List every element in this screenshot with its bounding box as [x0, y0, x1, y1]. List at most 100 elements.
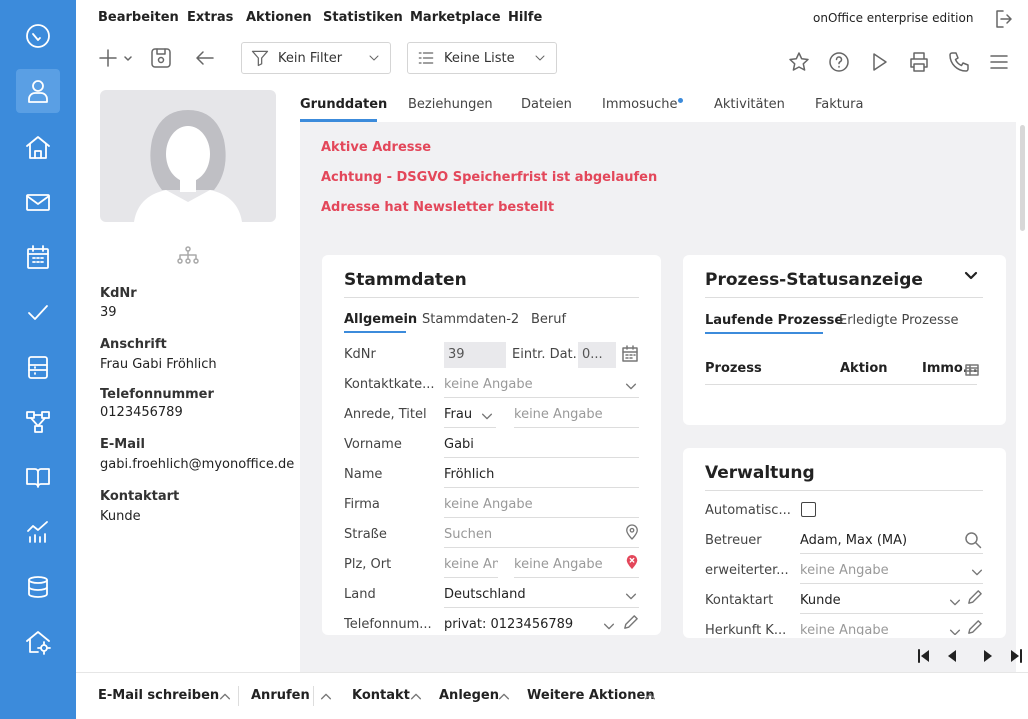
titel-input[interactable]: keine Angabe	[514, 407, 603, 422]
anrufen-button[interactable]: Anrufen	[251, 688, 310, 703]
phone-icon[interactable]	[947, 50, 971, 74]
menu-hilfe[interactable]: Hilfe	[508, 10, 542, 25]
org-structure-icon[interactable]	[177, 246, 199, 268]
play-icon[interactable]	[867, 50, 891, 74]
subtab-erledigte-prozesse[interactable]: Erledigte Prozesse	[839, 313, 959, 328]
dashboard-icon[interactable]	[16, 14, 60, 58]
tab-aktivitaeten[interactable]: Aktivitäten	[714, 97, 785, 112]
chevron-up-icon[interactable]	[643, 689, 657, 708]
weitere-aktionen-button[interactable]: Weitere Aktionen	[527, 688, 655, 703]
filter-select[interactable]: Kein Filter	[241, 42, 391, 74]
main-sidebar	[0, 0, 76, 719]
anrede-label: Anrede, Titel	[344, 407, 427, 422]
strasse-input[interactable]: Suchen	[444, 527, 492, 542]
print-icon[interactable]	[907, 50, 931, 74]
subtab-laufende-prozesse[interactable]: Laufende Prozesse	[705, 313, 843, 328]
menu-bearbeiten[interactable]: Bearbeiten	[98, 10, 179, 25]
anlegen-button[interactable]: Anlegen	[439, 688, 499, 703]
file-icon[interactable]	[16, 345, 60, 389]
subtab-beruf[interactable]: Beruf	[531, 312, 566, 327]
statistics-icon[interactable]	[16, 510, 60, 554]
firma-input[interactable]: keine Angabe	[444, 497, 533, 512]
first-page-icon[interactable]	[916, 648, 932, 668]
back-arrow-icon[interactable]	[193, 46, 217, 70]
last-page-icon[interactable]	[1008, 648, 1024, 668]
add-icon[interactable]	[96, 46, 136, 70]
column-aktion[interactable]: Aktion	[840, 361, 888, 376]
telefon-input[interactable]: privat: 0123456789	[444, 617, 573, 632]
edit-pencil-icon[interactable]	[966, 619, 983, 635]
tab-dateien[interactable]: Dateien	[521, 97, 572, 112]
chevron-up-icon[interactable]	[218, 689, 232, 708]
property-icon[interactable]	[16, 125, 60, 169]
erweiterter-select[interactable]: keine Angabe	[800, 563, 889, 578]
avatar[interactable]	[100, 90, 276, 222]
process-icon[interactable]	[16, 400, 60, 444]
column-prozess[interactable]: Prozess	[705, 361, 762, 376]
admin-icon[interactable]	[16, 620, 60, 664]
table-settings-icon[interactable]	[964, 362, 980, 382]
menu-aktionen[interactable]: Aktionen	[246, 10, 312, 25]
anrede-select[interactable]: Frau	[444, 407, 472, 422]
menu-statistiken[interactable]: Statistiken	[323, 10, 403, 25]
chevron-down-icon[interactable]	[970, 564, 984, 583]
kdnr-value: 39	[100, 305, 117, 320]
ort-input[interactable]: keine Angabe	[514, 557, 603, 572]
list-select[interactable]: Keine Liste	[407, 42, 557, 74]
vorname-input[interactable]: Gabi	[444, 437, 474, 452]
next-page-icon[interactable]	[980, 648, 996, 668]
calendar-icon[interactable]	[621, 345, 639, 367]
herkunft-select[interactable]: keine Angabe	[800, 623, 889, 635]
chevron-down-icon[interactable]	[948, 594, 962, 613]
logout-icon[interactable]	[993, 7, 1017, 31]
menu-extras[interactable]: Extras	[187, 10, 233, 25]
calendar-icon[interactable]	[16, 235, 60, 279]
edit-pencil-icon[interactable]	[622, 614, 639, 635]
automatisch-checkbox[interactable]	[801, 502, 816, 517]
kontaktart-select[interactable]: Kunde	[800, 593, 841, 608]
edit-pencil-icon[interactable]	[966, 589, 983, 610]
location-error-icon[interactable]	[625, 553, 639, 575]
menu-marketplace[interactable]: Marketplace	[410, 10, 501, 25]
kontaktkategorie-select[interactable]: keine Angabe	[444, 377, 533, 392]
filter-label: Kein Filter	[278, 50, 343, 66]
tasks-icon[interactable]	[16, 290, 60, 334]
betreuer-input[interactable]: Adam, Max (MA)	[800, 533, 907, 548]
chevron-down-icon[interactable]	[624, 378, 638, 397]
subtab-allgemein[interactable]: Allgemein	[344, 312, 417, 327]
hamburger-menu-icon[interactable]	[987, 50, 1011, 74]
location-pin-icon[interactable]	[625, 523, 639, 545]
help-icon[interactable]	[827, 50, 851, 74]
book-icon[interactable]	[16, 455, 60, 499]
eintr-field[interactable]: 0...	[578, 342, 616, 368]
chevron-down-icon[interactable]	[948, 624, 962, 635]
email-value[interactable]: gabi.froehlich@myonoffice.de	[100, 457, 294, 472]
chevron-down-icon[interactable]	[962, 266, 980, 288]
address-icon[interactable]	[16, 69, 60, 113]
divider	[705, 490, 983, 491]
chevron-down-icon[interactable]	[624, 588, 638, 607]
email-icon[interactable]	[16, 180, 60, 224]
email-schreiben-button[interactable]: E-Mail schreiben	[98, 688, 219, 703]
plz-input[interactable]: keine An	[444, 557, 498, 572]
database-icon[interactable]	[16, 565, 60, 609]
chevron-up-icon[interactable]	[497, 689, 511, 708]
save-icon[interactable]	[149, 46, 173, 70]
search-icon[interactable]	[964, 531, 982, 553]
previous-page-icon[interactable]	[944, 648, 960, 668]
chevron-up-icon[interactable]	[409, 689, 423, 708]
scrollbar[interactable]	[1020, 125, 1025, 231]
star-icon[interactable]	[787, 50, 811, 74]
telefon-value[interactable]: 0123456789	[100, 405, 183, 420]
tab-faktura[interactable]: Faktura	[815, 97, 863, 112]
land-select[interactable]: Deutschland	[444, 587, 526, 602]
chevron-down-icon[interactable]	[480, 408, 494, 427]
tab-grunddaten[interactable]: Grunddaten	[300, 97, 387, 112]
tab-immosuche[interactable]: Immosuche	[602, 97, 678, 112]
chevron-up-icon[interactable]	[319, 689, 333, 708]
kontakt-button[interactable]: Kontakt	[352, 688, 410, 703]
subtab-stammdaten-2[interactable]: Stammdaten-2	[422, 312, 519, 327]
name-input[interactable]: Fröhlich	[444, 467, 494, 482]
chevron-down-icon[interactable]	[602, 618, 616, 637]
tab-beziehungen[interactable]: Beziehungen	[408, 97, 493, 112]
